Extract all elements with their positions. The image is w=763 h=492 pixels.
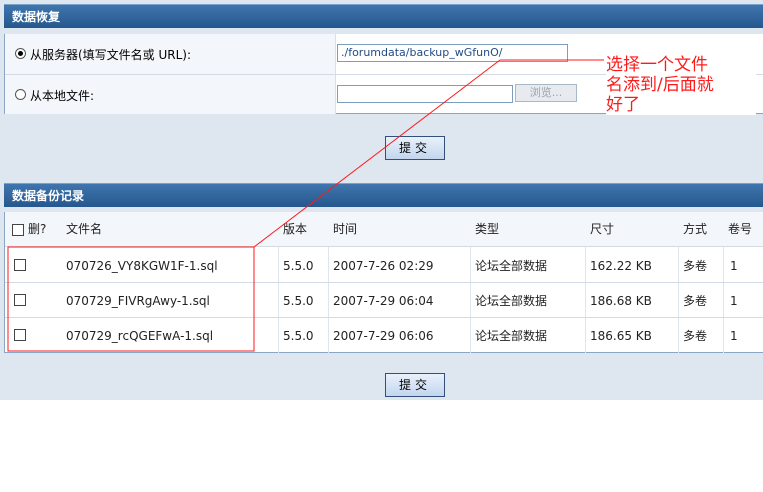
table-row: 070729_FIVRgAwy-1.sql 5.5.0 2007-7-29 06… — [5, 283, 763, 317]
col-time: 时间 — [333, 222, 358, 236]
server-label: 从服务器(填写文件名或 URL): — [30, 48, 192, 62]
annotation-line: 好了 — [606, 95, 640, 115]
col-version: 版本 — [283, 222, 308, 236]
type: 论坛全部数据 — [475, 329, 548, 343]
backups-table: 删? 文件名 版本 时间 类型 尺寸 方式 卷号 070726_VY8KGW1F… — [4, 212, 763, 353]
backups-header: 数据备份记录 — [4, 183, 763, 207]
time: 2007-7-29 06:04 — [333, 294, 434, 308]
col-method: 方式 — [683, 222, 708, 236]
size: 186.68 KB — [590, 294, 652, 308]
local-label: 从本地文件: — [30, 89, 95, 103]
select-all-checkbox[interactable] — [12, 224, 24, 236]
server-radio[interactable] — [15, 48, 26, 59]
version: 5.5.0 — [283, 294, 314, 308]
row-checkbox[interactable] — [14, 294, 26, 306]
restore-header: 数据恢复 — [4, 4, 763, 28]
version: 5.5.0 — [283, 259, 314, 273]
local-radio[interactable] — [15, 89, 26, 100]
method: 多卷 — [683, 329, 708, 343]
type: 论坛全部数据 — [475, 294, 548, 308]
local-file-input[interactable] — [337, 85, 513, 103]
time: 2007-7-29 06:06 — [333, 329, 434, 343]
col-delete: 删? — [28, 222, 47, 236]
backups-submit-button[interactable]: 提交 — [385, 373, 445, 397]
volume: 1 — [730, 329, 738, 343]
volume: 1 — [730, 294, 738, 308]
annotation-line: 名添到/后面就 — [606, 75, 714, 95]
col-size: 尺寸 — [590, 222, 615, 236]
annotation-line: 选择一个文件 — [606, 55, 708, 75]
restore-submit-button[interactable]: 提交 — [385, 136, 445, 160]
col-type: 类型 — [475, 222, 500, 236]
annotation-note: 选择一个文件 名添到/后面就 好了 — [606, 55, 756, 115]
method: 多卷 — [683, 259, 708, 273]
file-name[interactable]: 070729_rcQGEFwA-1.sql — [66, 329, 213, 343]
type: 论坛全部数据 — [475, 259, 548, 273]
row-checkbox[interactable] — [14, 259, 26, 271]
browse-button[interactable]: 浏览... — [515, 84, 577, 102]
col-filename: 文件名 — [66, 222, 103, 236]
size: 162.22 KB — [590, 259, 652, 273]
server-file-input[interactable]: ./forumdata/backup_wGfunO/ — [337, 44, 568, 62]
table-row: 070729_rcQGEFwA-1.sql 5.5.0 2007-7-29 06… — [5, 318, 763, 353]
file-name[interactable]: 070726_VY8KGW1F-1.sql — [66, 259, 218, 273]
size: 186.65 KB — [590, 329, 652, 343]
volume: 1 — [730, 259, 738, 273]
table-header-row: 删? 文件名 版本 时间 类型 尺寸 方式 卷号 — [5, 212, 763, 246]
col-volume: 卷号 — [728, 222, 753, 236]
method: 多卷 — [683, 294, 708, 308]
row-checkbox[interactable] — [14, 329, 26, 341]
version: 5.5.0 — [283, 329, 314, 343]
table-row: 070726_VY8KGW1F-1.sql 5.5.0 2007-7-26 02… — [5, 247, 763, 282]
file-name[interactable]: 070729_FIVRgAwy-1.sql — [66, 294, 210, 308]
time: 2007-7-26 02:29 — [333, 259, 434, 273]
